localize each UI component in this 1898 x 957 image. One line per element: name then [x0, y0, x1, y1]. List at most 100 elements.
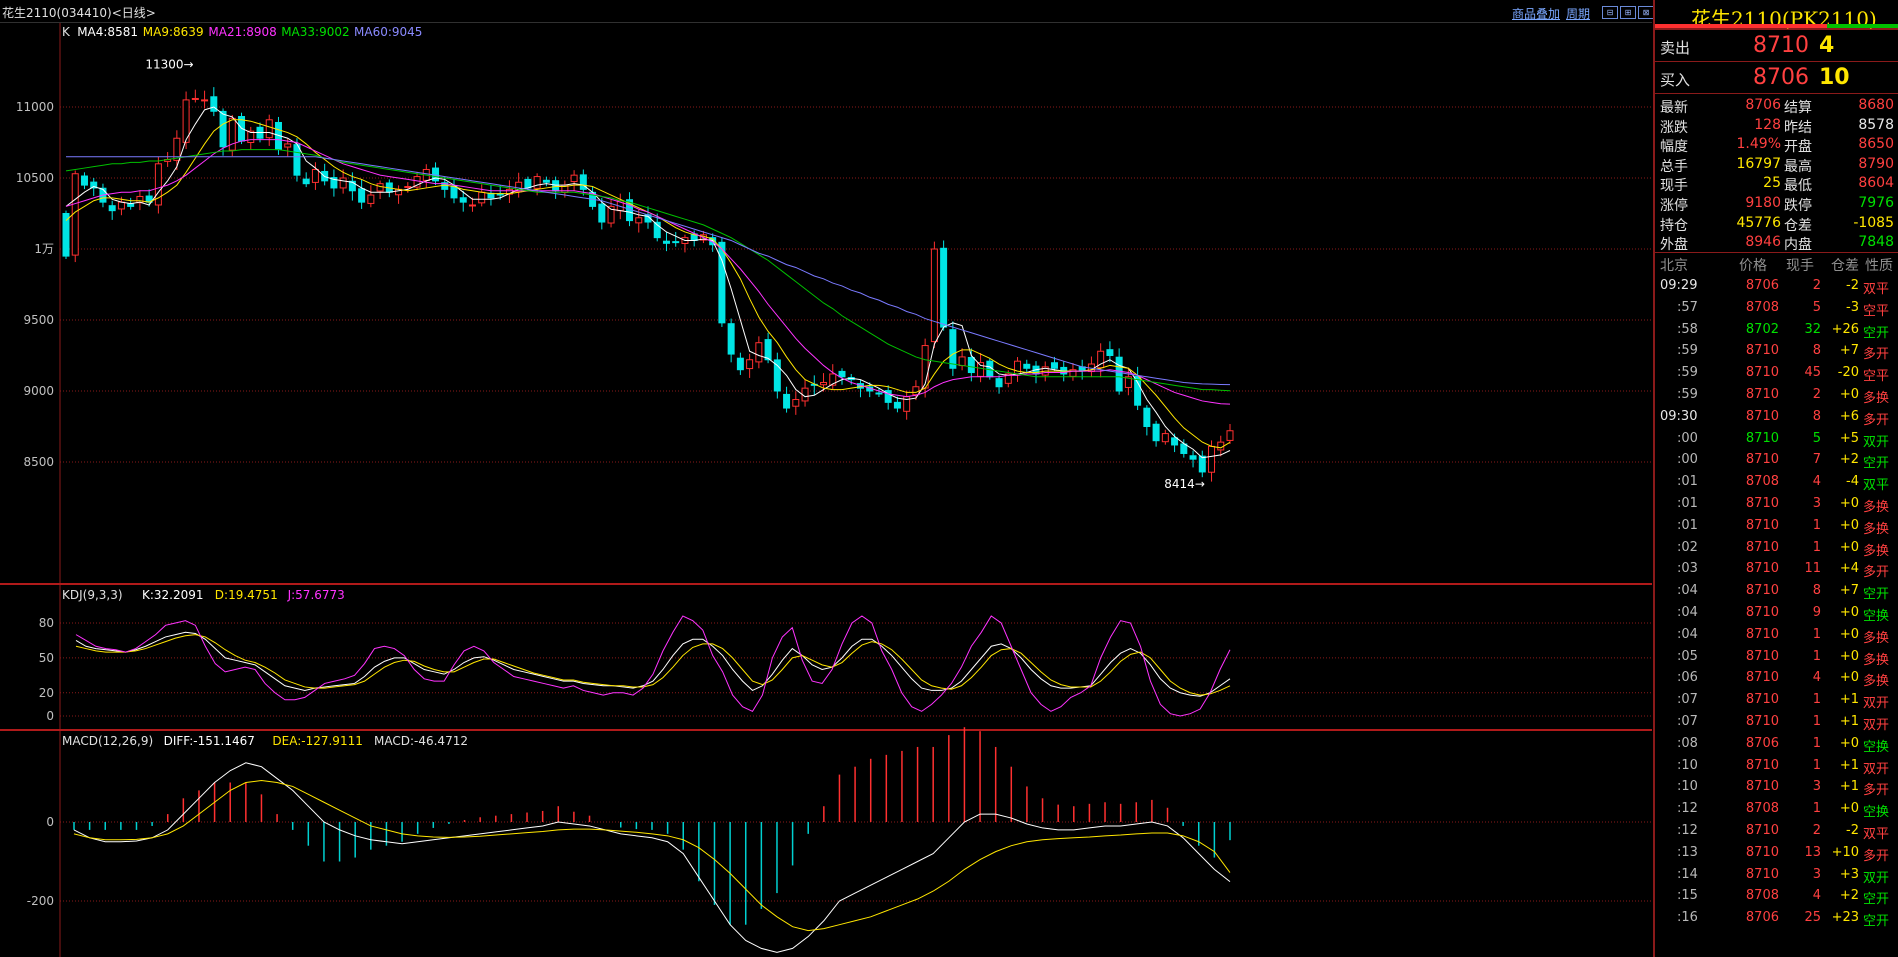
high-price-label: 11300→	[145, 57, 193, 71]
macd-legend-item: DIFF:-151.1467	[164, 734, 255, 748]
y-tick-label: 80	[39, 616, 54, 630]
ask-row[interactable]: 卖出 8710 4	[1655, 30, 1898, 62]
stat-label: 涨停	[1660, 198, 1688, 214]
tick-row[interactable]: :12 8708 1 +0 空换	[1655, 798, 1898, 820]
ma-line-ma4	[65, 106, 1231, 459]
tick-row[interactable]: :59 8710 8 +7 多开	[1655, 340, 1898, 362]
tick-price: 8710	[1745, 779, 1779, 795]
tick-time: :14	[1677, 866, 1698, 882]
tick-row[interactable]: 09:30 8710 8 +6 多开	[1655, 406, 1898, 428]
tick-row[interactable]: :01 8710 3 +0 多换	[1655, 493, 1898, 515]
tick-price: 8710	[1745, 387, 1779, 402]
tick-row[interactable]: 09:29 8706 2 -2 双平	[1655, 275, 1898, 297]
tick-volume: 7	[1812, 452, 1821, 468]
tick-type: 空平	[1863, 303, 1890, 319]
tick-type: 多换	[1863, 674, 1890, 690]
tick-price: 8706	[1745, 910, 1779, 926]
tick-row[interactable]: :14 8710 3 +3 双开	[1655, 864, 1898, 886]
tick-volume: 4	[1812, 670, 1821, 686]
tick-row[interactable]: :01 8708 4 -4 双平	[1655, 471, 1898, 493]
stat-label: 结算	[1784, 100, 1812, 116]
tick-row[interactable]: :05 8710 1 +0 多换	[1655, 646, 1898, 668]
macd-legend-item: MACD:-46.4712	[374, 734, 468, 748]
ask-volume: 4	[1819, 33, 1835, 58]
candle-body	[838, 370, 846, 378]
stat-value: 8578	[1858, 116, 1894, 133]
tick-row[interactable]: :02 8710 1 +0 多换	[1655, 537, 1898, 559]
tick-type: 多开	[1863, 565, 1890, 581]
candle-body	[533, 176, 541, 189]
tick-time: :05	[1677, 648, 1698, 664]
tick-row[interactable]: :12 8710 2 -2 双平	[1655, 820, 1898, 842]
tick-price: 8710	[1745, 844, 1779, 860]
tick-row[interactable]: :58 8702 32 +26 空开	[1655, 319, 1898, 341]
tick-time: :01	[1677, 496, 1698, 511]
candle-body	[773, 359, 781, 392]
stat-value: 45776	[1736, 214, 1781, 231]
tick-row[interactable]: :00 8710 7 +2 空开	[1655, 449, 1898, 471]
tick-oi-change: +2	[1839, 452, 1859, 468]
close-icon[interactable]: ⊠	[1638, 6, 1654, 19]
tick-row[interactable]: :10 8710 3 +1 多开	[1655, 776, 1898, 798]
tick-row[interactable]: :59 8710 2 +0 多换	[1655, 384, 1898, 406]
tick-row[interactable]: :16 8706 25 +23 空开	[1655, 907, 1898, 929]
tick-time: :57	[1677, 299, 1698, 315]
tick-oi-change: +7	[1839, 343, 1859, 359]
overlay-commodity-link[interactable]: 商品叠加	[1512, 5, 1560, 22]
tick-time: :59	[1677, 343, 1698, 359]
tick-volume: 1	[1812, 648, 1821, 664]
candle-body	[293, 144, 301, 176]
stat-value: 9180	[1745, 195, 1781, 211]
tick-volume: 45	[1804, 365, 1821, 381]
tick-row[interactable]: :06 8710 4 +0 多换	[1655, 667, 1898, 689]
tick-price: 8708	[1745, 888, 1779, 904]
chart-area[interactable]: 11000 10500 1万 9500 9000 8500 80 50 20 0 0 -200 K MA4…	[0, 23, 1652, 957]
tick-row[interactable]: :10 8710 1 +1 双开	[1655, 755, 1898, 777]
tick-row[interactable]: :15 8708 4 +2 空开	[1655, 885, 1898, 907]
main-legend-item: MA4:8581	[77, 25, 138, 39]
tick-row[interactable]: :07 8710 1 +1 双开	[1655, 689, 1898, 711]
tick-type: 空换	[1863, 609, 1890, 624]
stat-row: 涨跌 128 昨结 8578	[1655, 116, 1898, 136]
tick-price: 8710	[1745, 692, 1779, 708]
tick-row[interactable]: :59 8710 45 -20 空平	[1655, 362, 1898, 384]
stat-label: 最高	[1784, 158, 1812, 175]
ask-price: 8710	[1753, 33, 1809, 58]
tick-time: 09:30	[1660, 408, 1698, 424]
tick-row[interactable]: :13 8710 13 +10 多开	[1655, 842, 1898, 864]
tick-row[interactable]: :57 8708 5 -3 空平	[1655, 297, 1898, 319]
tick-row[interactable]: :07 8710 1 +1 双开	[1655, 711, 1898, 733]
tick-row[interactable]: :04 8710 9 +0 空换	[1655, 602, 1898, 624]
sell-ratio-bar	[1827, 24, 1898, 28]
tick-time: :04	[1677, 583, 1698, 599]
low-price-label: 8414→	[1164, 477, 1205, 491]
y-tick-label: 11000	[16, 100, 54, 114]
tick-time: :10	[1677, 757, 1698, 773]
tick-time: :07	[1677, 692, 1698, 708]
y-tick-label: 9000	[23, 384, 54, 398]
tick-row[interactable]: :04 8710 1 +0 多换	[1655, 624, 1898, 646]
tick-type: 双开	[1863, 434, 1890, 450]
tick-type: 多换	[1863, 543, 1890, 559]
macd-legend-item: MACD(12,26,9)	[62, 734, 153, 748]
grid-icon[interactable]: ⊞	[1620, 6, 1636, 19]
tick-volume: 8	[1812, 583, 1821, 599]
tick-price: 8702	[1745, 321, 1779, 337]
tick-row[interactable]: :08 8706 1 +0 空换	[1655, 733, 1898, 755]
tick-time: :01	[1677, 517, 1698, 533]
tick-row[interactable]: :01 8710 1 +0 多换	[1655, 515, 1898, 537]
bid-row[interactable]: 买入 8706 10	[1655, 62, 1898, 94]
window-buttons: ⊟ ⊞ ⊠	[1602, 6, 1654, 19]
restore-icon[interactable]: ⊟	[1602, 6, 1618, 19]
tick-volume: 4	[1812, 474, 1821, 490]
tick-type: 多开	[1863, 848, 1890, 864]
tick-volume: 9	[1812, 605, 1821, 620]
stat-row: 最新 8706 结算 8680	[1655, 96, 1898, 116]
period-link[interactable]: 周期	[1566, 5, 1590, 22]
tick-row[interactable]: :04 8710 8 +7 空开	[1655, 580, 1898, 602]
tick-row[interactable]: :00 8710 5 +5 双开	[1655, 428, 1898, 450]
tick-volume: 13	[1804, 844, 1821, 860]
candle-body	[1152, 423, 1160, 442]
tick-row[interactable]: :03 8710 11 +4 多开	[1655, 558, 1898, 580]
tick-price: 8710	[1745, 539, 1779, 555]
